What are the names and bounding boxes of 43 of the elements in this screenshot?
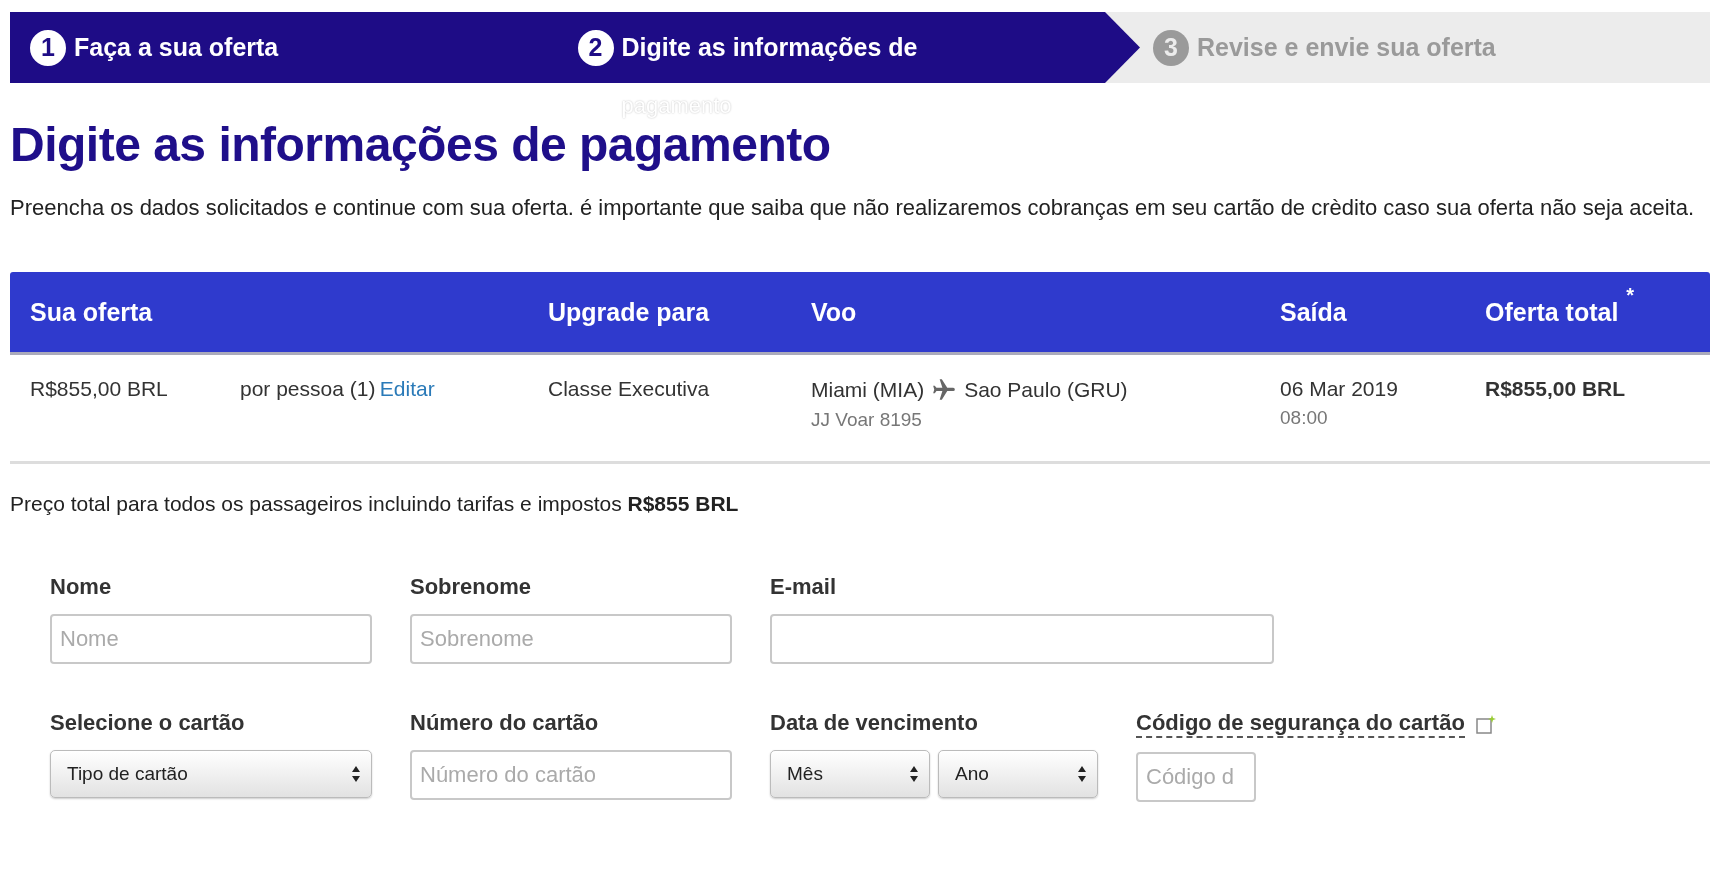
text-field[interactable]: Nome — [50, 614, 372, 664]
departure-time: 08:00 — [1280, 407, 1329, 429]
step-label: Faça a sua oferta — [74, 33, 279, 61]
step-number: 2 — [577, 29, 614, 66]
field-label: Código de segurança do cartão — [1136, 710, 1465, 738]
column-header: Saída — [1280, 297, 1348, 327]
field-label: Sobrenome — [410, 574, 532, 600]
total-price-text: Preço total para todos os passageiros incluindo tarifas e impostos R$855 BRL — [10, 492, 740, 516]
step-label: Revise e envie sua oferta — [1197, 33, 1496, 61]
column-header: Sua oferta — [30, 297, 154, 327]
table-cell-text: Classe Executiva — [548, 377, 711, 402]
field-label: Nome — [50, 574, 112, 600]
help-icon[interactable] — [1474, 713, 1497, 735]
select-field[interactable]: Tipo de cartão — [50, 750, 372, 798]
field-label: E-mail — [770, 574, 837, 600]
text-field[interactable]: Número do cartão — [410, 750, 732, 800]
table-cell: 06 Mar 2019 — [1280, 377, 1398, 400]
step-number: 1 — [30, 29, 66, 66]
dropdown-arrows-icon — [909, 764, 919, 784]
table-cell-text: R$855,00 BRL — [1485, 377, 1627, 402]
table-cell: por pessoa (1) — [240, 377, 376, 400]
text-field[interactable]: Código d — [1136, 752, 1256, 802]
field-label: Selecione o cartão — [50, 710, 245, 736]
step-number: 3 — [1153, 29, 1189, 66]
page-heading: Digite as informações de pagamento — [10, 118, 832, 172]
column-header: Upgrade para — [548, 297, 711, 327]
table-cell: Miami (MIA) — [811, 378, 925, 402]
column-header: Voo — [811, 297, 858, 327]
step-label: Digite as informações de — [621, 33, 918, 61]
field-label: Número do cartão — [410, 710, 599, 736]
select-field[interactable]: Ano — [938, 750, 1098, 798]
field-label: Data de vencimento — [770, 710, 978, 736]
select-field[interactable]: Mês — [770, 750, 930, 798]
footnote-mark: * — [1626, 283, 1635, 307]
dropdown-arrows-icon — [351, 764, 361, 784]
text-field[interactable]: Sobrenome — [410, 614, 732, 664]
table-cell: Sao Paulo (GRU) — [964, 378, 1128, 402]
table-cell-text: R$855,00 BRL — [30, 377, 169, 402]
text-field[interactable] — [770, 614, 1274, 664]
edit-link[interactable]: Editar — [379, 377, 435, 400]
flight-number: JJ Voar 8195 — [811, 409, 923, 431]
dropdown-arrows-icon — [1077, 764, 1087, 784]
intro-text: Preencha os dados solicitados e continue com sua oferta. é importante que saiba que não realizaremos cobranças em seu cartão de crèdito caso sua oferta não seja aceita. — [10, 194, 1695, 222]
